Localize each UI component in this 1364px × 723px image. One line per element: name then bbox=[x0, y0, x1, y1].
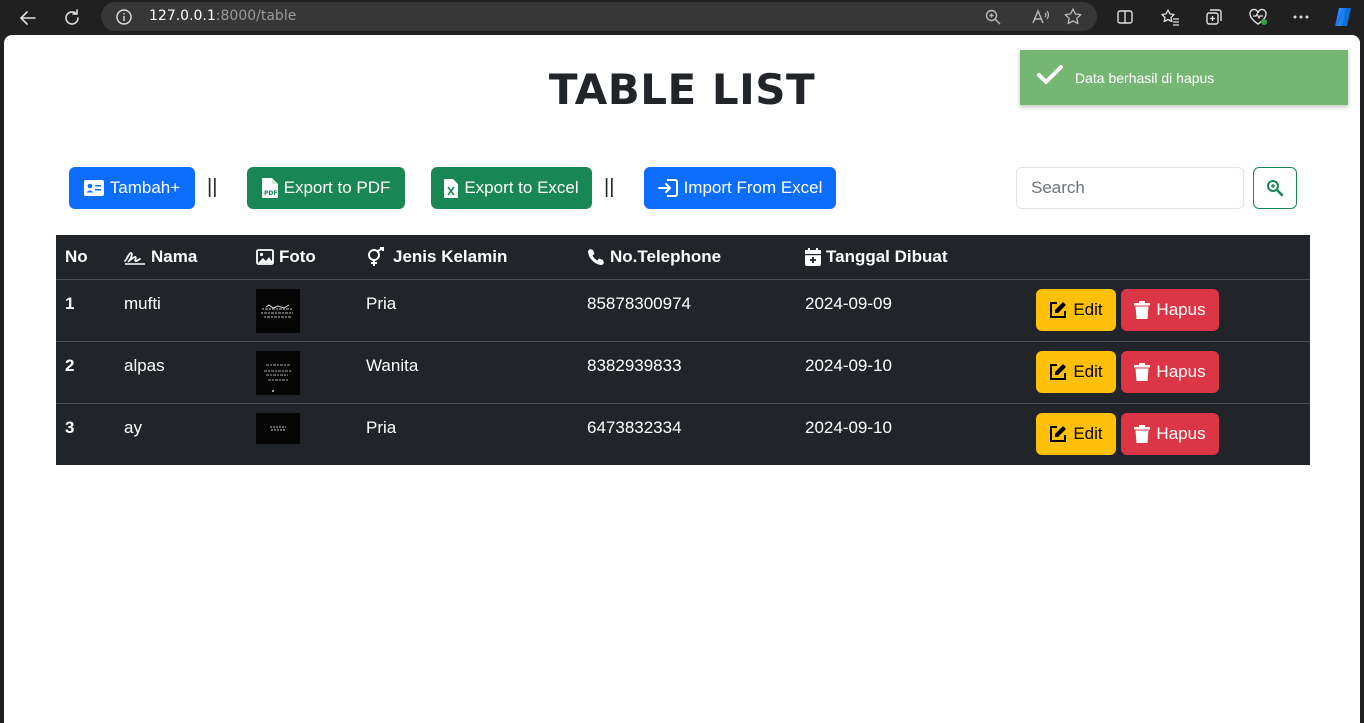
url-text[interactable]: 127.0.0.1:8000/table bbox=[149, 8, 296, 24]
image-icon bbox=[256, 249, 274, 265]
cell-no: 3 bbox=[65, 418, 75, 437]
edit-icon bbox=[1050, 426, 1067, 442]
photo-thumbnail bbox=[256, 289, 300, 333]
delete-button[interactable]: Hapus bbox=[1121, 289, 1219, 331]
edit-icon bbox=[1050, 364, 1067, 380]
cell-jenis-kelamin: Pria bbox=[366, 294, 397, 313]
edit-icon bbox=[1050, 302, 1067, 318]
checkmark-icon bbox=[1037, 65, 1063, 84]
toast-message: Data berhasil di hapus bbox=[1075, 70, 1215, 86]
id-card-icon bbox=[83, 180, 104, 196]
table-header: No Nama Foto Jenis Kelamin No.Telephone … bbox=[56, 235, 1310, 280]
export-pdf-button[interactable]: PDF Export to PDF bbox=[247, 167, 405, 209]
delete-label: Hapus bbox=[1156, 300, 1206, 319]
header-jenis-kelamin: Jenis Kelamin bbox=[366, 247, 507, 267]
export-pdf-label: Export to PDF bbox=[283, 178, 391, 197]
cell-telephone: 85878300974 bbox=[587, 294, 692, 313]
cell-nama: mufti bbox=[124, 294, 161, 313]
header-telephone-label: No.Telephone bbox=[610, 247, 722, 266]
header-tanggal-label: Tanggal Dibuat bbox=[826, 247, 948, 266]
header-foto-label: Foto bbox=[279, 247, 316, 266]
cell-no: 2 bbox=[65, 356, 75, 375]
calendar-plus-icon bbox=[805, 248, 821, 266]
delete-label: Hapus bbox=[1156, 362, 1206, 381]
cell-jenis-kelamin: Wanita bbox=[366, 356, 419, 375]
separator: || bbox=[207, 176, 218, 198]
table-row: 3 ay Pria 6473832334 2024-09-10 Edit Hap… bbox=[56, 404, 1310, 465]
edit-label: Edit bbox=[1073, 362, 1103, 381]
site-info-icon[interactable] bbox=[115, 8, 133, 30]
refresh-icon[interactable] bbox=[60, 6, 84, 30]
favorites-icon[interactable] bbox=[1158, 5, 1182, 29]
address-bar[interactable]: 127.0.0.1:8000/table bbox=[101, 2, 1097, 31]
back-icon[interactable] bbox=[16, 6, 40, 30]
search-icon bbox=[1267, 180, 1284, 197]
cell-no: 1 bbox=[65, 294, 75, 313]
edit-button[interactable]: Edit bbox=[1036, 351, 1116, 393]
photo-thumbnail bbox=[256, 413, 300, 444]
header-no: No bbox=[65, 247, 88, 266]
page-viewport: TABLE LIST Tambah+ || PDF Export to PDF … bbox=[4, 35, 1360, 723]
search-button[interactable] bbox=[1253, 167, 1297, 209]
cell-nama: alpas bbox=[124, 356, 165, 375]
import-excel-button[interactable]: Import From Excel bbox=[644, 167, 836, 209]
edit-button[interactable]: Edit bbox=[1036, 413, 1116, 455]
success-toast[interactable]: Data berhasil di hapus bbox=[1020, 50, 1348, 105]
search-input[interactable]: Search bbox=[1016, 167, 1244, 209]
header-jenis-kelamin-label: Jenis Kelamin bbox=[393, 247, 508, 266]
add-button-label: Tambah+ bbox=[109, 178, 181, 197]
import-excel-label: Import From Excel bbox=[683, 178, 823, 197]
header-nama-label: Nama bbox=[151, 247, 198, 266]
separator: || bbox=[604, 176, 615, 198]
cell-nama: ay bbox=[124, 418, 142, 437]
header-nama: Nama bbox=[124, 247, 197, 267]
header-telephone: No.Telephone bbox=[587, 247, 721, 267]
cell-tanggal: 2024-09-10 bbox=[805, 356, 892, 375]
gender-icon bbox=[368, 247, 384, 266]
trash-icon bbox=[1134, 301, 1151, 319]
browser-toolbar: 127.0.0.1:8000/table bbox=[0, 0, 1364, 35]
cell-tanggal: 2024-09-09 bbox=[805, 294, 892, 313]
table-row: 2 alpas Wanita 8382939833 2024-09-10 Edi… bbox=[56, 342, 1310, 404]
split-screen-icon[interactable] bbox=[1113, 5, 1137, 29]
edit-button[interactable]: Edit bbox=[1036, 289, 1116, 331]
browser-essentials-icon[interactable] bbox=[1246, 5, 1270, 29]
delete-button[interactable]: Hapus bbox=[1121, 413, 1219, 455]
delete-button[interactable]: Hapus bbox=[1121, 351, 1219, 393]
collections-icon[interactable] bbox=[1202, 5, 1226, 29]
trash-icon bbox=[1134, 363, 1151, 381]
edit-label: Edit bbox=[1073, 424, 1103, 443]
url-path: :8000/table bbox=[215, 8, 297, 24]
photo-thumbnail bbox=[256, 351, 300, 395]
phone-icon bbox=[588, 249, 604, 265]
zoom-icon[interactable] bbox=[982, 6, 1004, 28]
delete-label: Hapus bbox=[1156, 424, 1206, 443]
search-placeholder: Search bbox=[1031, 178, 1085, 197]
cell-tanggal: 2024-09-10 bbox=[805, 418, 892, 437]
edit-label: Edit bbox=[1073, 300, 1103, 319]
export-excel-button[interactable]: Export to Excel bbox=[431, 167, 592, 209]
export-excel-label: Export to Excel bbox=[464, 178, 579, 197]
data-table: No Nama Foto Jenis Kelamin No.Telephone … bbox=[56, 235, 1310, 465]
more-options-icon[interactable] bbox=[1289, 5, 1313, 29]
url-host: 127.0.0.1 bbox=[149, 8, 216, 24]
cell-telephone: 8382939833 bbox=[587, 356, 682, 375]
signature-icon bbox=[124, 252, 145, 265]
copilot-icon[interactable] bbox=[1331, 5, 1355, 29]
import-icon bbox=[657, 179, 678, 197]
cell-jenis-kelamin: Pria bbox=[366, 418, 397, 437]
cell-telephone: 6473832334 bbox=[587, 418, 682, 437]
svg-text:PDF: PDF bbox=[264, 190, 277, 197]
favorite-star-icon[interactable] bbox=[1062, 6, 1084, 28]
header-foto: Foto bbox=[256, 247, 316, 267]
pdf-file-icon: PDF bbox=[261, 178, 278, 198]
read-aloud-icon[interactable] bbox=[1030, 6, 1052, 28]
add-button[interactable]: Tambah+ bbox=[69, 167, 195, 209]
header-tanggal: Tanggal Dibuat bbox=[805, 247, 948, 267]
trash-icon bbox=[1134, 425, 1151, 443]
excel-file-icon bbox=[444, 178, 459, 198]
table-row: 1 mufti Pria 85878300974 2024-09-09 Edit… bbox=[56, 280, 1310, 342]
